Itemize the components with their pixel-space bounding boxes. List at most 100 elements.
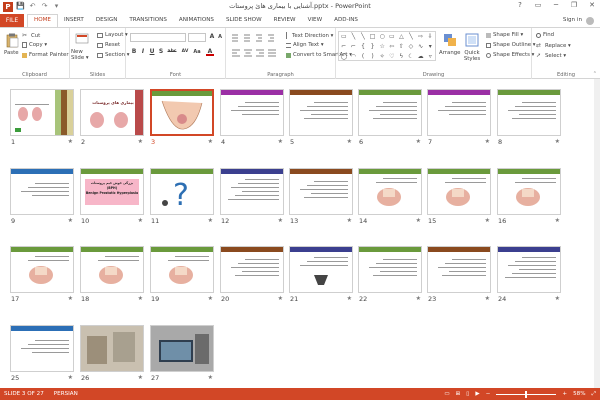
minimize-button[interactable]: ─ [550,1,562,9]
slide-preview[interactable]: بزرگی خوش خیم پروستات (BPH) Benign Prostat… [80,168,144,215]
format-painter-button[interactable]: Format Painter [22,52,69,58]
shape-connector-icon[interactable]: ⌐ [349,42,359,52]
normal-view-icon[interactable]: ▭ [444,388,449,400]
transition-star-icon[interactable]: ★ [347,295,352,302]
shape-line-icon[interactable]: ╲ [349,32,359,42]
shape-gallery-more-icon[interactable]: ▿ [425,52,435,62]
transition-star-icon[interactable]: ★ [416,217,421,224]
slide-thumbnail-17[interactable]: 17 ★ [10,246,74,303]
slide-thumbnail-5[interactable]: 5 ★ [289,89,353,146]
tab-file[interactable]: FILE [0,14,24,27]
collapse-ribbon-icon[interactable]: ⌃ [593,71,597,77]
zoom-level[interactable]: 58% [573,388,585,400]
strikethrough-button[interactable]: abc [166,48,178,56]
slide-thumbnail-12[interactable]: 12 ★ [220,168,284,225]
slide-thumbnail-14[interactable]: 14 ★ [358,168,422,225]
new-slide-button[interactable]: New Slide ▾ [71,49,95,61]
transition-star-icon[interactable]: ★ [208,374,213,381]
close-button[interactable]: ✕ [586,1,598,9]
slide-preview[interactable] [427,168,491,215]
slide-preview[interactable] [220,168,284,215]
transition-star-icon[interactable]: ★ [555,138,560,145]
slide-show-icon[interactable]: ▶ [475,388,479,400]
quick-styles-button[interactable]: Quick Styles [460,50,484,62]
font-name-combobox[interactable] [130,33,186,42]
tab-insert[interactable]: INSERT [58,14,90,27]
grow-font-icon[interactable]: A [208,33,216,41]
transition-star-icon[interactable]: ★ [138,138,143,145]
slide-thumbnail-19[interactable]: 19 ★ [150,246,214,303]
transition-star-icon[interactable]: ★ [278,295,283,302]
zoom-slider[interactable] [496,390,557,398]
slide-preview[interactable] [289,89,353,136]
slide-preview[interactable] [358,168,422,215]
shape-line-icon[interactable]: ╲ [358,32,368,42]
select-button[interactable]: ➚ Select ▾ [536,52,566,59]
slide-preview[interactable] [289,168,353,215]
transition-star-icon[interactable]: ★ [68,138,73,145]
fit-to-window-icon[interactable]: ⤢ [592,388,596,400]
transition-star-icon[interactable]: ★ [208,217,213,224]
slide-thumbnail-27[interactable]: 27 ★ [150,325,214,382]
slide-thumbnail-4[interactable]: 4 ★ [220,89,284,146]
slide-thumbnail-21[interactable]: 21 ★ [289,246,353,303]
slide-thumbnail-9[interactable]: 9 ★ [10,168,74,225]
avatar[interactable] [586,17,594,25]
slide-sorter-view-icon[interactable]: ⊞ [456,388,461,400]
slide-thumbnail-11[interactable]: ? 11 ★ [150,168,214,225]
reading-view-icon[interactable]: ▯ [466,388,469,400]
transition-star-icon[interactable]: ★ [208,138,213,145]
slide-preview[interactable] [150,89,214,136]
slide-preview[interactable] [427,246,491,293]
paste-button[interactable]: Paste [4,50,19,56]
tab-design[interactable]: DESIGN [90,14,124,27]
shape-curve-icon[interactable]: ∿ [416,42,426,52]
zoom-slider-knob[interactable] [525,390,528,398]
list-and-indent-icons[interactable] [230,33,282,42]
tab-review[interactable]: REVIEW [268,14,302,27]
slide-preview[interactable] [358,89,422,136]
shape-connector-icon[interactable]: ⌐ [339,42,349,52]
shape-arrow-icon[interactable]: ⇩ [425,32,435,42]
tab-add-ins[interactable]: ADD-INS [328,14,364,27]
shape-brace-icon[interactable]: } [368,42,378,52]
slide-preview[interactable] [289,246,353,293]
arrange-button[interactable]: Arrange [439,50,460,56]
vertical-scrollbar[interactable] [594,79,600,388]
shape-arrow-icon[interactable]: ⇧ [397,42,407,52]
shape-brace-icon[interactable]: { [358,42,368,52]
font-color-button[interactable]: A [206,48,214,56]
italic-button[interactable]: I [139,48,147,56]
shape-callout-icon[interactable]: ◯ [339,52,349,62]
layout-button[interactable]: Layout ▾ [97,32,128,38]
slide-preview[interactable] [80,325,144,372]
tab-animations[interactable]: ANIMATIONS [173,14,220,27]
shape-heart-icon[interactable]: ♡ [387,52,397,62]
cut-button[interactable]: ✂ Cut [22,32,40,39]
slide-thumbnail-25[interactable]: 25 ★ [10,325,74,382]
slide-thumbnail-15[interactable]: 15 ★ [427,168,491,225]
slide-thumbnail-1[interactable]: 1 ★ [10,89,74,146]
shape-oval-icon[interactable]: ○ [377,32,387,42]
ribbon-display-options-button[interactable]: ▭ [532,1,544,9]
slide-thumbnail-20[interactable]: 20 ★ [220,246,284,303]
slide-preview[interactable] [497,89,561,136]
slide-preview[interactable]: بیماری های پروستات [80,89,144,136]
transition-star-icon[interactable]: ★ [347,138,352,145]
slide-thumbnail-23[interactable]: 23 ★ [427,246,491,303]
slide-preview[interactable] [10,89,74,136]
transition-star-icon[interactable]: ★ [416,138,421,145]
transition-star-icon[interactable]: ★ [68,374,73,381]
slide-preview[interactable] [10,168,74,215]
zoom-out-button[interactable]: − [486,388,491,400]
alignment-icons[interactable] [230,48,282,57]
shape-line-icon[interactable]: ╲ [406,32,416,42]
replace-button[interactable]: ⇄ Replace ▾ [536,42,571,49]
character-spacing-button[interactable]: AV [180,48,190,56]
tab-view[interactable]: VIEW [302,14,329,27]
shape-bracket-icon[interactable]: ) [368,52,378,62]
shape-triangle-icon[interactable]: △ [397,32,407,42]
sign-in-link[interactable]: Sign in [563,14,582,27]
transition-star-icon[interactable]: ★ [485,217,490,224]
transition-star-icon[interactable]: ★ [138,217,143,224]
